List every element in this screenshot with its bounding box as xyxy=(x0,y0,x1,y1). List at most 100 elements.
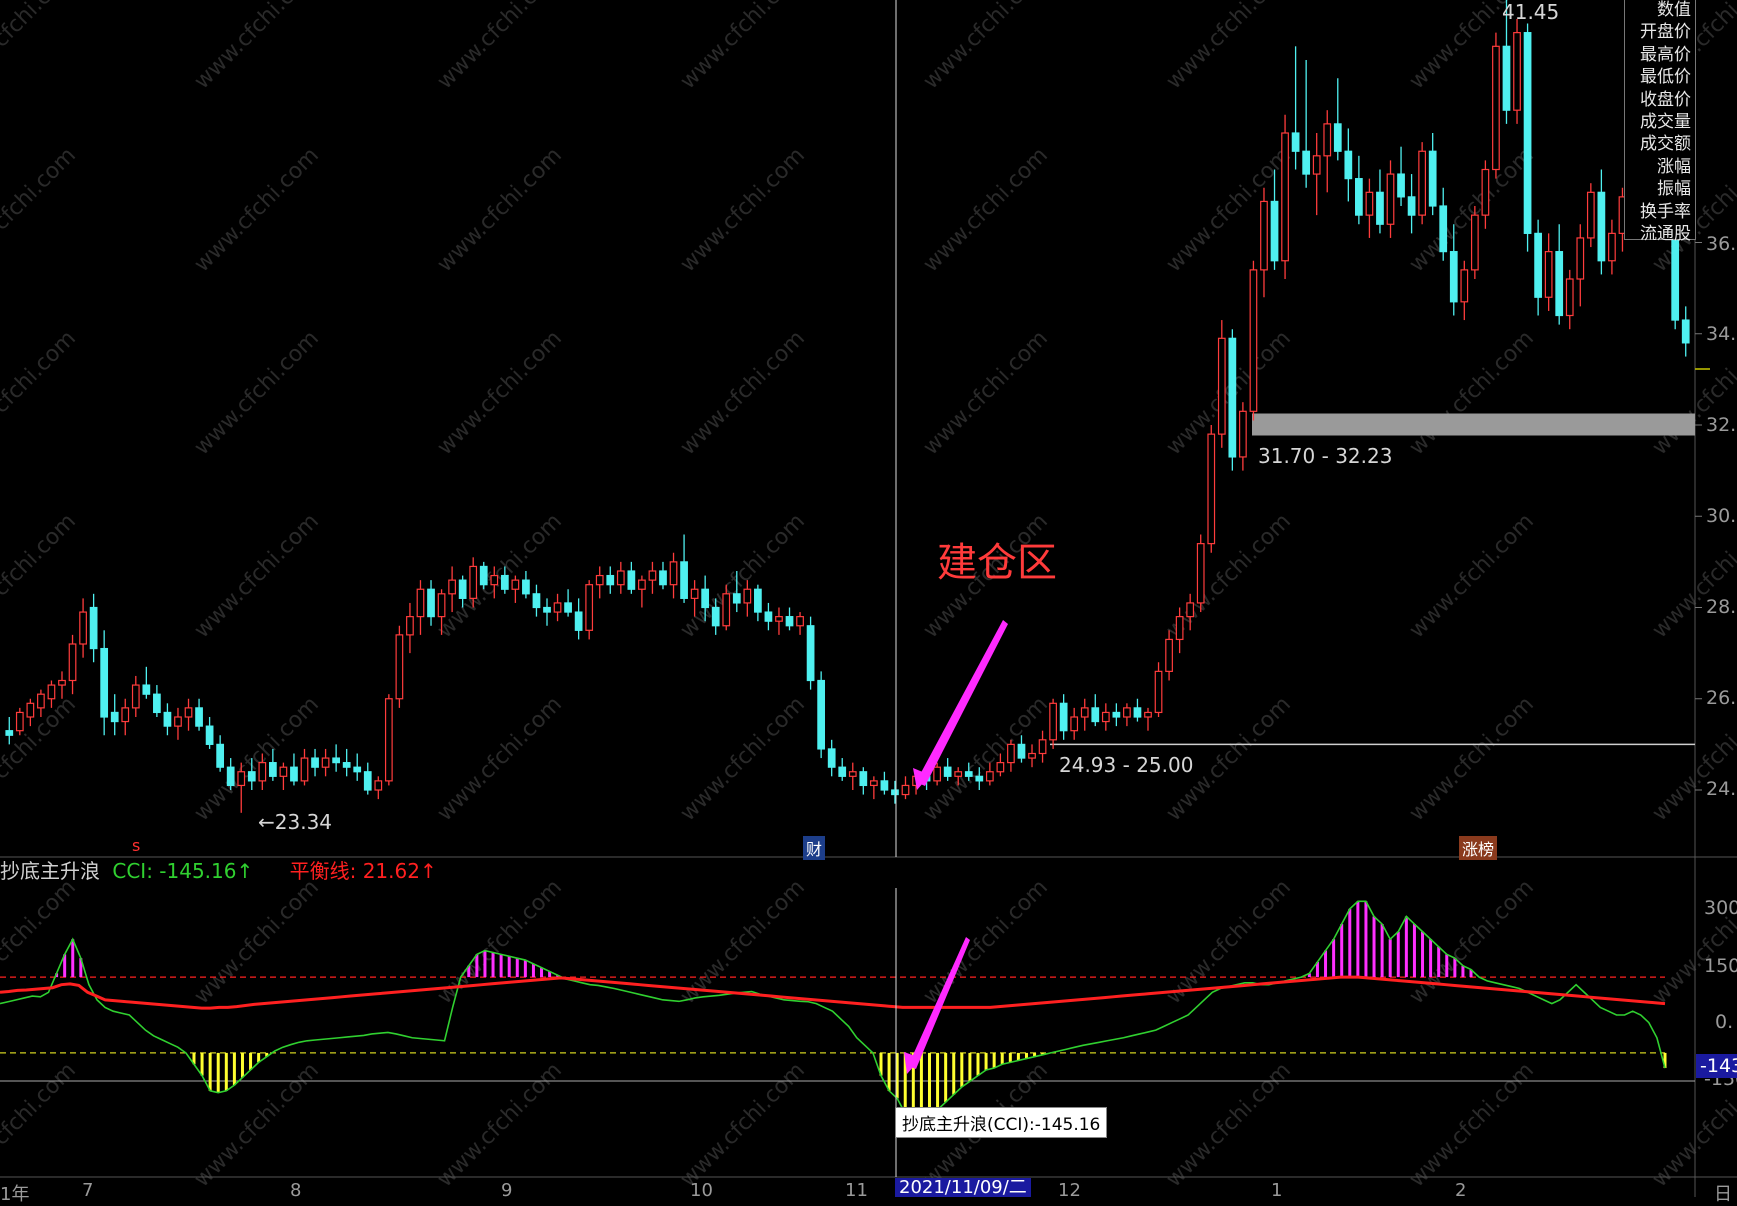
data-window-panel[interactable]: 数值 开盘价 最高价 最低价 收盘价 成交量 成交额 涨幅 振幅 换手率 流通股 xyxy=(1624,0,1696,244)
candle-body xyxy=(1418,150,1427,216)
candle-body xyxy=(880,780,889,791)
cci-axis-0: 0. xyxy=(1715,1011,1734,1033)
candle-body xyxy=(163,711,172,727)
candle-body xyxy=(1038,739,1047,755)
candle-body xyxy=(89,606,98,650)
candle-body xyxy=(490,574,499,586)
candle-body xyxy=(279,766,288,777)
candle-body xyxy=(669,561,678,586)
price-axis-24: 24. xyxy=(1706,778,1737,800)
candle-body xyxy=(1228,337,1237,458)
candle-body xyxy=(5,730,14,736)
period-label[interactable]: 日 xyxy=(1714,1180,1732,1206)
finance-marker[interactable]: 财 xyxy=(803,836,826,860)
candle-body xyxy=(1608,232,1616,262)
cci-current-value: -143 xyxy=(1696,1054,1737,1078)
info-item-turnover: 成交额 xyxy=(1640,134,1691,155)
candle-body xyxy=(1091,707,1100,723)
candle-body xyxy=(1460,269,1469,303)
candle-body xyxy=(247,771,256,782)
candle-body xyxy=(395,634,404,700)
candle-body xyxy=(174,716,182,727)
indicator-name: 抄底主升浪 xyxy=(0,859,100,883)
candle-body xyxy=(121,707,130,723)
date-label-11: 11 xyxy=(845,1180,868,1201)
watermark-text: www.cfchi.com xyxy=(190,143,324,277)
candle-body xyxy=(1407,196,1416,216)
stock-chart[interactable]: www.cfchi.com www.cfchi.com www.cfchi.com w… xyxy=(0,0,1737,1197)
candle-body xyxy=(891,789,899,796)
watermark-text: www.cfchi.com xyxy=(0,143,81,277)
candle-body xyxy=(1428,150,1437,207)
candle-body xyxy=(796,616,804,627)
watermark-text: www.cfchi.com xyxy=(919,875,1053,1009)
balance-readout: 平衡线: 21.62↑ xyxy=(289,859,437,883)
indicator-header[interactable]: 抄底主升浪 CCI: -145.16↑ 平衡线: 21.62↑ xyxy=(0,855,437,884)
candle-body xyxy=(58,679,66,686)
watermark-text: www.cfchi.com xyxy=(190,875,324,1009)
top-gainers-marker[interactable]: 涨榜 xyxy=(1459,836,1498,860)
candle-body xyxy=(574,611,583,631)
candle-body xyxy=(1376,191,1384,225)
price-axis-34: 34. xyxy=(1706,323,1737,345)
candle-body xyxy=(764,611,773,622)
candle-body xyxy=(1112,711,1121,718)
candle-body xyxy=(37,693,45,709)
candle-body xyxy=(1523,32,1532,234)
candle-body xyxy=(437,593,446,618)
candle-body xyxy=(1059,702,1068,732)
candle-body xyxy=(564,602,572,613)
candle-body xyxy=(448,579,456,595)
candle-body xyxy=(1449,251,1458,303)
candle-body xyxy=(363,771,372,791)
watermark-text: www.cfchi.com xyxy=(919,326,1053,460)
candle-body xyxy=(1386,173,1395,225)
candle-body xyxy=(458,579,467,599)
candle-body xyxy=(1586,191,1595,239)
candle-body xyxy=(68,643,77,682)
price-axis-36: 36. xyxy=(1706,233,1737,255)
watermark-text: www.cfchi.com xyxy=(1648,509,1737,643)
candle-body xyxy=(838,766,847,777)
lower-zone-label: 24.93 - 25.00 xyxy=(1059,753,1194,777)
candle-body xyxy=(627,570,636,590)
low-price-label: ←23.34 xyxy=(258,810,333,834)
candle-body xyxy=(954,771,963,777)
candle-body xyxy=(1312,155,1321,175)
candle-body xyxy=(1323,123,1332,157)
candle-body xyxy=(1502,45,1511,111)
candle-body xyxy=(806,625,815,682)
candle-body xyxy=(1439,205,1448,253)
candle-body xyxy=(1175,616,1184,641)
candle-body xyxy=(1186,602,1195,618)
candle-body xyxy=(1597,191,1606,262)
watermark-text: www.cfchi.com xyxy=(190,509,324,643)
price-axis-32: 32. xyxy=(1706,414,1737,436)
candle-body xyxy=(15,711,24,732)
candle-body xyxy=(216,743,225,768)
candle-body xyxy=(943,766,952,777)
candle-body xyxy=(543,606,551,613)
candle-body xyxy=(522,579,530,595)
info-item-amplitude: 振幅 xyxy=(1657,179,1691,200)
price-axis-28: 28. xyxy=(1706,596,1737,618)
buy-zone-annotation: 建仓区 xyxy=(937,540,1057,586)
candle-body xyxy=(184,707,193,718)
candle-body xyxy=(1217,337,1226,435)
candle-body xyxy=(1101,711,1110,723)
candle-body xyxy=(353,766,362,773)
info-item-close: 收盘价 xyxy=(1640,89,1691,110)
candle-body xyxy=(142,684,151,695)
candle-body xyxy=(374,780,383,791)
watermark-text: www.cfchi.com xyxy=(0,0,81,94)
candle-body xyxy=(342,762,351,768)
watermark-text: www.cfchi.com xyxy=(1405,509,1539,643)
watermark-text: www.cfchi.com xyxy=(0,1058,81,1192)
info-item-low: 最低价 xyxy=(1640,67,1691,88)
watermark-text: www.cfchi.com xyxy=(1162,875,1296,1009)
candle-body xyxy=(1492,45,1500,171)
chart-grid xyxy=(0,0,1737,1197)
candle-body xyxy=(268,762,277,777)
cursor-date: 2021/11/09/二 xyxy=(895,1178,1031,1197)
candle-body xyxy=(1355,178,1363,216)
